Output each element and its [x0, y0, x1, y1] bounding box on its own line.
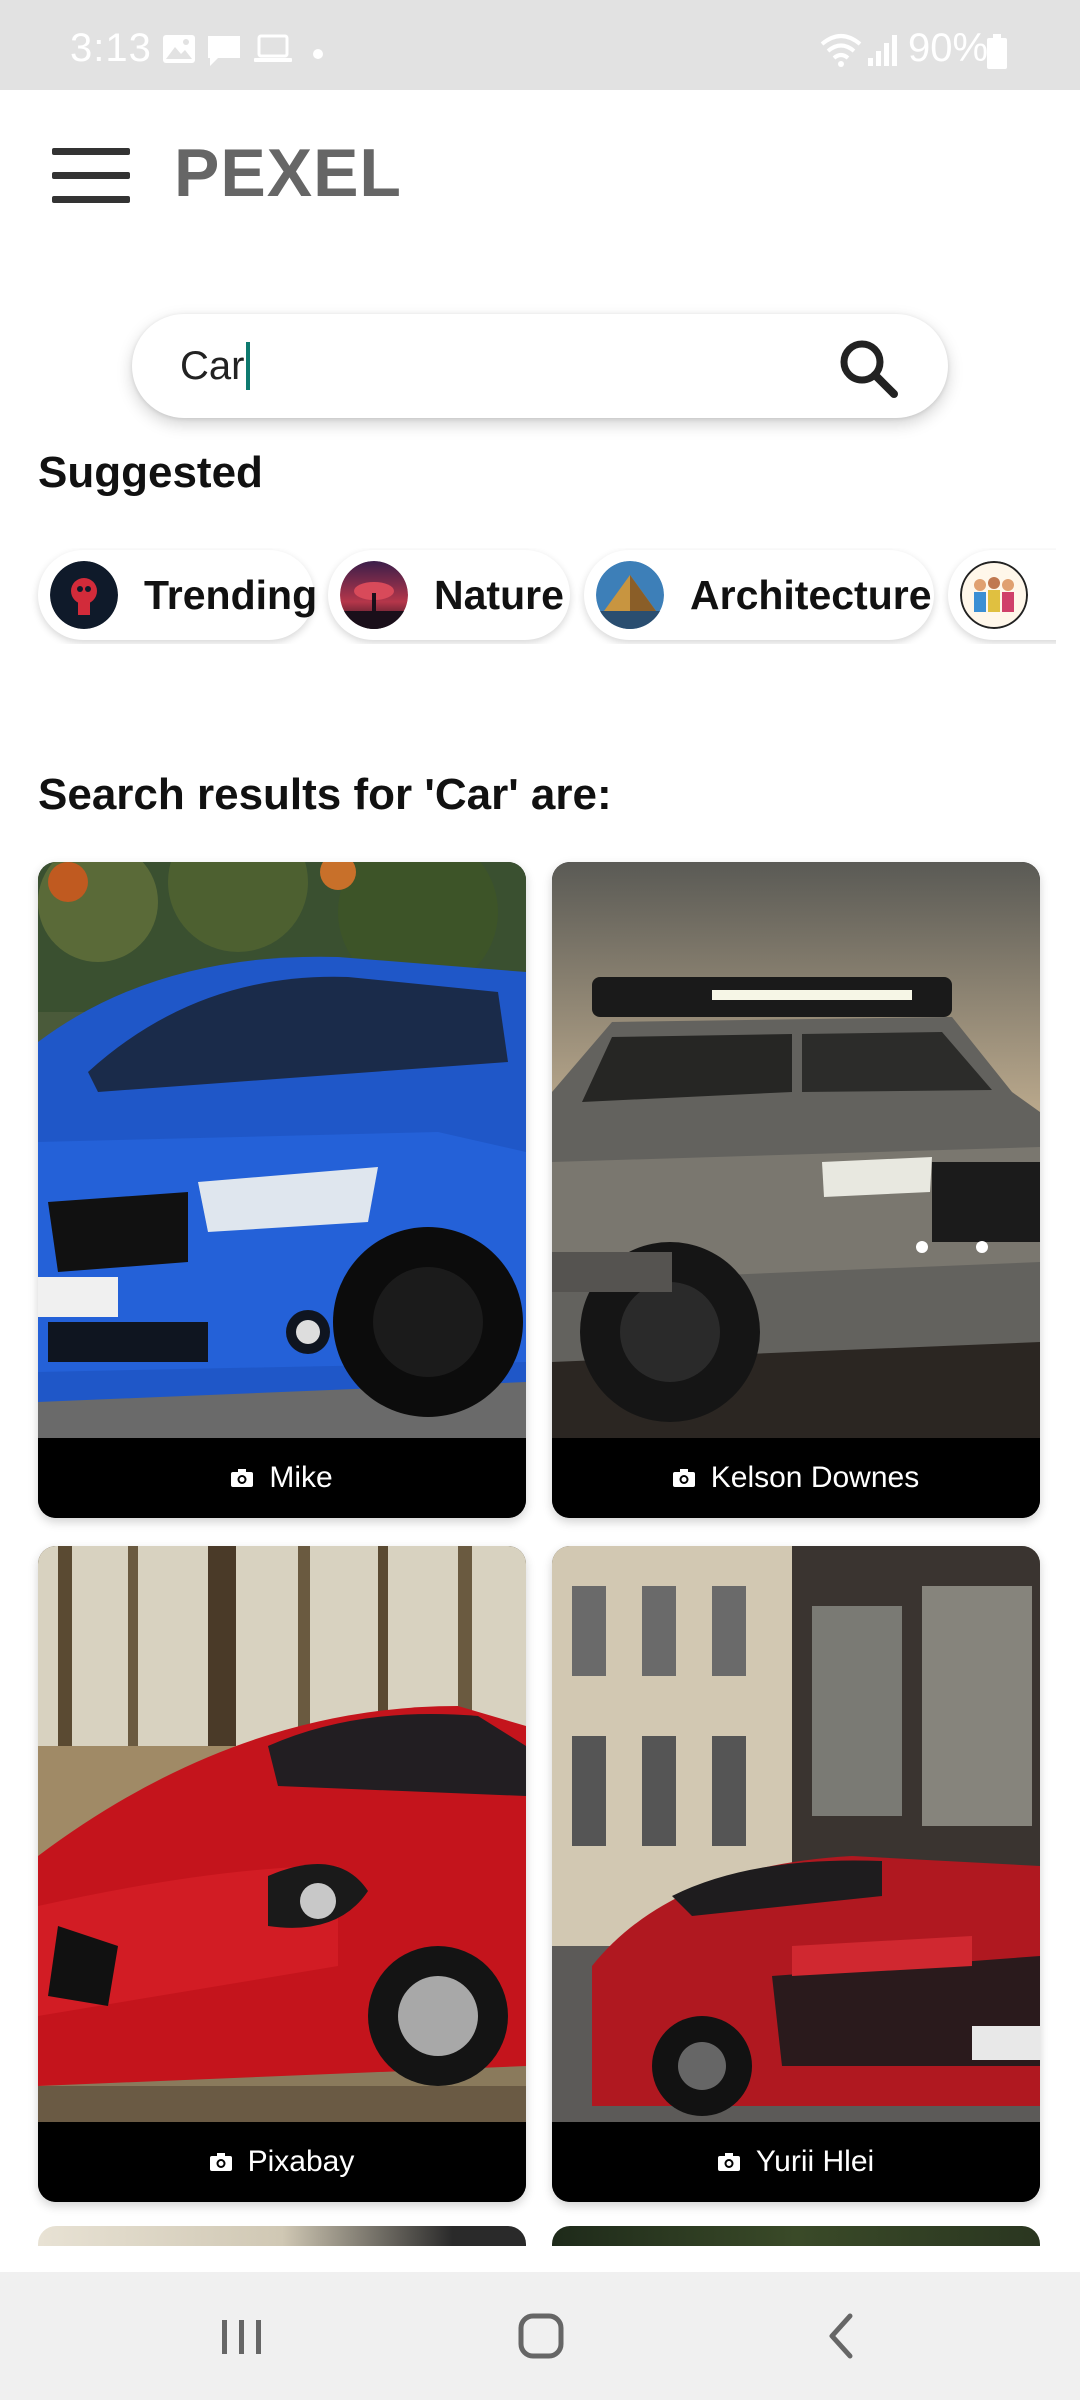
photo-image: [552, 862, 1040, 1438]
recent-apps-icon[interactable]: [206, 2306, 276, 2366]
photo-caption: Mike: [38, 1438, 526, 1518]
photo-caption: Kelson Downes: [552, 1438, 1040, 1518]
home-icon[interactable]: [506, 2306, 576, 2366]
photo-image: [38, 1546, 526, 2122]
text-caret: [246, 342, 251, 390]
results-heading: Search results for 'Car' are:: [38, 770, 612, 819]
photo-card[interactable]: Yurii Hlei: [552, 1546, 1040, 2202]
camera-icon: [717, 2153, 740, 2171]
back-icon[interactable]: [808, 2306, 878, 2366]
search-input-value: Car: [180, 343, 245, 388]
battery-icon: [987, 34, 1007, 69]
camera-icon: [672, 1469, 695, 1487]
nature-avatar-icon: [340, 561, 408, 629]
photo-author: Yurii Hlei: [755, 2145, 875, 2178]
search-bar[interactable]: Car: [132, 314, 948, 418]
menu-icon[interactable]: [52, 148, 132, 204]
camera-icon: [209, 2153, 232, 2171]
search-icon[interactable]: [836, 336, 900, 400]
suggested-chips: Trending Nature Architecture: [0, 548, 1056, 644]
laptop-icon: [254, 34, 292, 62]
chip-trending[interactable]: Trending: [38, 550, 318, 640]
status-time: 3:13: [70, 26, 152, 70]
photo-caption: Pixabay: [38, 2122, 526, 2202]
search-input[interactable]: Car: [180, 340, 820, 392]
chip-label: Nature: [434, 571, 564, 618]
chip-label: Trending: [144, 571, 318, 618]
notification-dot-icon: [313, 49, 323, 59]
suggested-heading: Suggested: [38, 448, 263, 497]
chip-nature[interactable]: Nature: [328, 550, 570, 640]
photo-author: Pixabay: [247, 2145, 355, 2178]
photo-card[interactable]: Mike: [38, 862, 526, 1518]
photo-image: [552, 1546, 1040, 2122]
wifi-icon: [820, 34, 862, 67]
trending-avatar-icon: [50, 561, 118, 629]
chip-label: Architecture: [690, 571, 932, 618]
photo-card[interactable]: Pixabay: [38, 1546, 526, 2202]
navigation-bar: [0, 2272, 1080, 2400]
photo-author: Kelson Downes: [710, 1461, 920, 1494]
photo-card-partial[interactable]: [552, 2226, 1040, 2246]
camera-icon: [231, 1469, 254, 1487]
status-bar: 3:13 90%: [0, 0, 1080, 90]
gallery-icon: [163, 35, 195, 63]
photo-image: [38, 862, 526, 1438]
chip-people[interactable]: [948, 550, 1056, 640]
message-icon: [208, 36, 240, 66]
photo-caption: Yurii Hlei: [552, 2122, 1040, 2202]
people-avatar-icon: [960, 561, 1028, 629]
photo-card-partial[interactable]: [38, 2226, 526, 2246]
chip-architecture[interactable]: Architecture: [584, 550, 934, 640]
battery-percent: 90%: [908, 26, 989, 70]
architecture-avatar-icon: [596, 561, 664, 629]
photo-author: Mike: [269, 1461, 333, 1494]
app-title: PEXEL: [174, 135, 402, 211]
screen: 3:13 90% PEXEL Car Suggested Trending Na…: [0, 0, 1080, 2400]
photo-card[interactable]: Kelson Downes: [552, 862, 1040, 1518]
signal-icon: [868, 35, 897, 66]
